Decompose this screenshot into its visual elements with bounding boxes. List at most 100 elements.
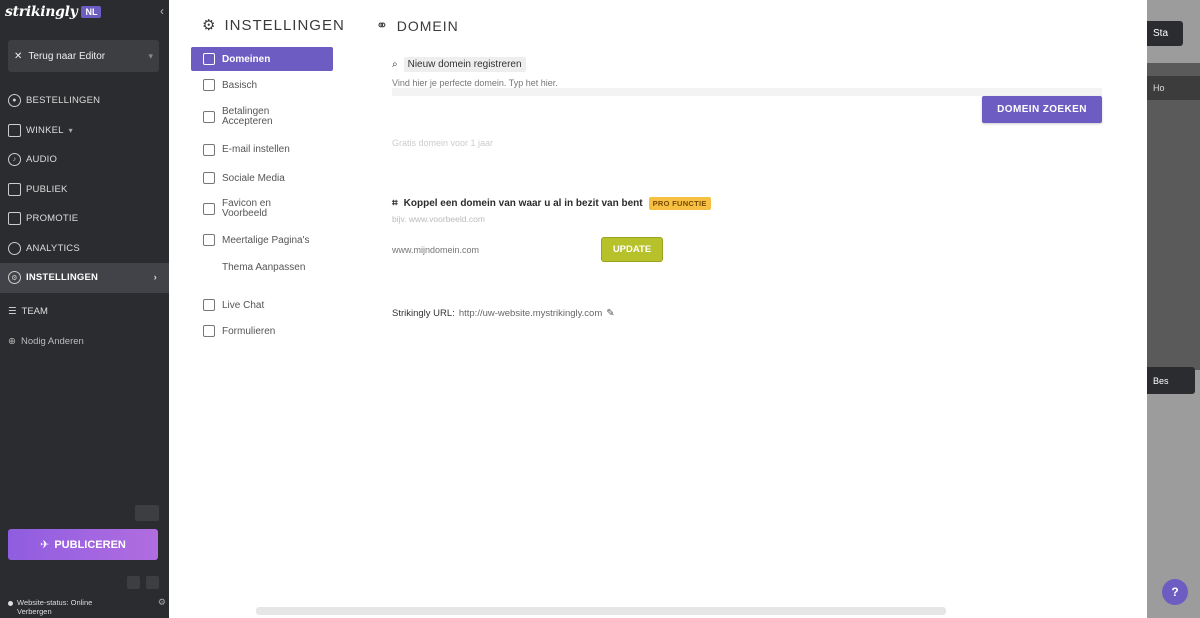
search-domain-button[interactable]: DOMEIN ZOEKEN [982, 96, 1102, 123]
submenu-item-favicon[interactable]: Favicon en Voorbeeld [191, 192, 333, 226]
strikingly-url-label: Strikingly URL: [392, 308, 455, 319]
site-status: Website-status: Online Verbergen ⚙ [8, 598, 166, 616]
brand-logo[interactable]: strikingly NL [5, 3, 102, 21]
register-domain-text: Nieuw domein registreren [403, 57, 526, 72]
preview-dark-area [1147, 63, 1200, 370]
settings-icon: ⚙ [202, 17, 217, 34]
nav-item-analytics[interactable]: ANALYTICS [0, 234, 169, 264]
pencil-icon[interactable]: ✎ [606, 308, 614, 319]
nav-label: PROMOTIE [26, 213, 79, 225]
settings-title-text: INSTELLINGEN [224, 16, 345, 34]
form-icon [203, 325, 215, 337]
sidebar-nav: ● BESTELLINGEN WINKEL ▾ ♪ AUDIO PUBLIEK … [0, 86, 169, 293]
chevron-down-icon: ▾ [68, 125, 73, 135]
undo-icon[interactable] [127, 575, 140, 589]
palette-icon [203, 261, 215, 273]
submenu-item-domains[interactable]: Domeinen [191, 47, 333, 71]
invite-link[interactable]: ⊕ Nodig Anderen [8, 336, 84, 347]
redo-icon[interactable] [146, 575, 159, 589]
orders-icon: ● [8, 94, 21, 108]
analytics-icon [8, 241, 21, 255]
store-icon [8, 123, 21, 137]
preview-bottom-button[interactable]: Bes [1147, 367, 1195, 394]
publish-label: PUBLICEREN [54, 538, 126, 551]
horizontal-scrollbar[interactable] [256, 607, 946, 615]
nav-label: AUDIO [26, 154, 58, 166]
submenu-item-forms[interactable]: Formulieren [191, 318, 333, 344]
help-icon[interactable]: ? [1162, 579, 1188, 605]
nav-label: WINKEL [26, 124, 64, 136]
audio-icon: ♪ [8, 153, 21, 167]
nav-label: PUBLIEK [26, 183, 68, 195]
chat-icon [203, 299, 215, 311]
submenu-label: Meertalige Pagina's [222, 234, 310, 246]
submenu-label: Basisch [222, 79, 258, 91]
email-icon [203, 143, 215, 156]
submenu-label: Live Chat [222, 299, 265, 311]
nav-label: ANALYTICS [26, 242, 80, 254]
submenu-item-theme[interactable]: Thema Aanpassen [191, 254, 333, 280]
domain-title: ⚭ DOMEIN [376, 17, 459, 34]
back-arrow-icon: ✕ [14, 50, 23, 62]
register-domain-hint: Vind hier je perfecte domein. Typ het hi… [392, 78, 558, 88]
connect-domain-heading: ⌗ Koppel een domein van waar u al in bez… [392, 197, 711, 210]
update-domain-button[interactable]: UPDATE [602, 238, 662, 261]
nav-label: INSTELLINGEN [26, 272, 99, 284]
submenu-item-social[interactable]: Sociale Media [191, 164, 333, 192]
globe-icon: ⌗ [392, 198, 398, 209]
sidebar-footer-row [8, 505, 159, 521]
close-icon[interactable]: ‹ [160, 4, 164, 18]
submenu-label: Sociale Media [222, 172, 285, 184]
submenu-label: Formulieren [222, 325, 276, 337]
payment-icon [203, 111, 215, 123]
preview-header-bar: Ho [1147, 76, 1200, 100]
nav-label: BESTELLINGEN [26, 95, 101, 107]
gear-icon[interactable]: ⚙ [158, 598, 166, 616]
site-preview-strip: Sta Ho Bes ? [1147, 0, 1200, 618]
share-icon [203, 172, 215, 184]
submenu-item-email[interactable]: E-mail instellen [191, 135, 333, 164]
connect-domain-hint: bijv. www.voorbeeld.com [392, 214, 485, 224]
domain-icon [203, 53, 215, 65]
device-toggle[interactable] [135, 505, 159, 521]
status-dot-icon [8, 601, 13, 606]
audience-icon [8, 182, 21, 196]
publish-button[interactable]: ✈ PUBLICEREN [8, 529, 158, 560]
language-badge: NL [81, 6, 102, 18]
back-to-editor-button[interactable]: ✕ Terug naar Editor ▾ [8, 40, 159, 72]
rocket-icon: ✈ [40, 539, 50, 551]
submenu-item-livechat[interactable]: Live Chat [191, 292, 333, 318]
chevron-down-icon: ▾ [148, 50, 153, 61]
sidebar-footer-tools [8, 575, 159, 589]
submenu-label: Thema Aanpassen [222, 261, 306, 273]
preview-top-button[interactable]: Sta [1147, 21, 1183, 46]
submenu-item-basics[interactable]: Basisch [191, 71, 333, 99]
nav-item-settings[interactable]: ⚙ INSTELLINGEN › [0, 263, 169, 293]
submenu-item-multilingual[interactable]: Meertalige Pagina's [191, 226, 333, 254]
submenu-item-payments[interactable]: Betalingen Accepteren [191, 99, 333, 135]
basics-icon [203, 79, 215, 91]
status-hide-link[interactable]: Verbergen [17, 607, 92, 616]
domain-search-input[interactable] [392, 88, 1102, 96]
link-icon: ⚭ [376, 17, 389, 33]
settings-submenu: Domeinen Basisch Betalingen Accepteren E… [191, 47, 333, 344]
submenu-label: Favicon en Voorbeeld [222, 198, 271, 219]
free-domain-note: Gratis domein voor 1 jaar [392, 138, 494, 148]
status-text: Website-status: Online [17, 598, 93, 607]
strikingly-url-value: http://uw-website.mystrikingly.com [458, 308, 603, 319]
settings-title: ⚙ INSTELLINGEN [202, 16, 345, 35]
nav-item-promotion[interactable]: PROMOTIE [0, 204, 169, 234]
team-link[interactable]: ☰ TEAM [8, 306, 48, 317]
nav-item-store[interactable]: WINKEL ▾ [0, 116, 169, 146]
nav-item-audio[interactable]: ♪ AUDIO [0, 145, 169, 175]
brand-name: strikingly [5, 4, 78, 20]
custom-domain-input[interactable] [392, 242, 592, 258]
nav-item-orders[interactable]: ● BESTELLINGEN [0, 86, 169, 116]
submenu-label: Domeinen [222, 53, 271, 65]
user-plus-icon: ⊕ [8, 336, 16, 347]
globe-icon [203, 234, 215, 246]
strikingly-url-row: Strikingly URL: http://uw-website.mystri… [392, 308, 615, 319]
premium-badge: PRO FUNCTIE [648, 197, 711, 210]
nav-item-audience[interactable]: PUBLIEK [0, 175, 169, 205]
submenu-label: E-mail instellen [222, 144, 290, 155]
